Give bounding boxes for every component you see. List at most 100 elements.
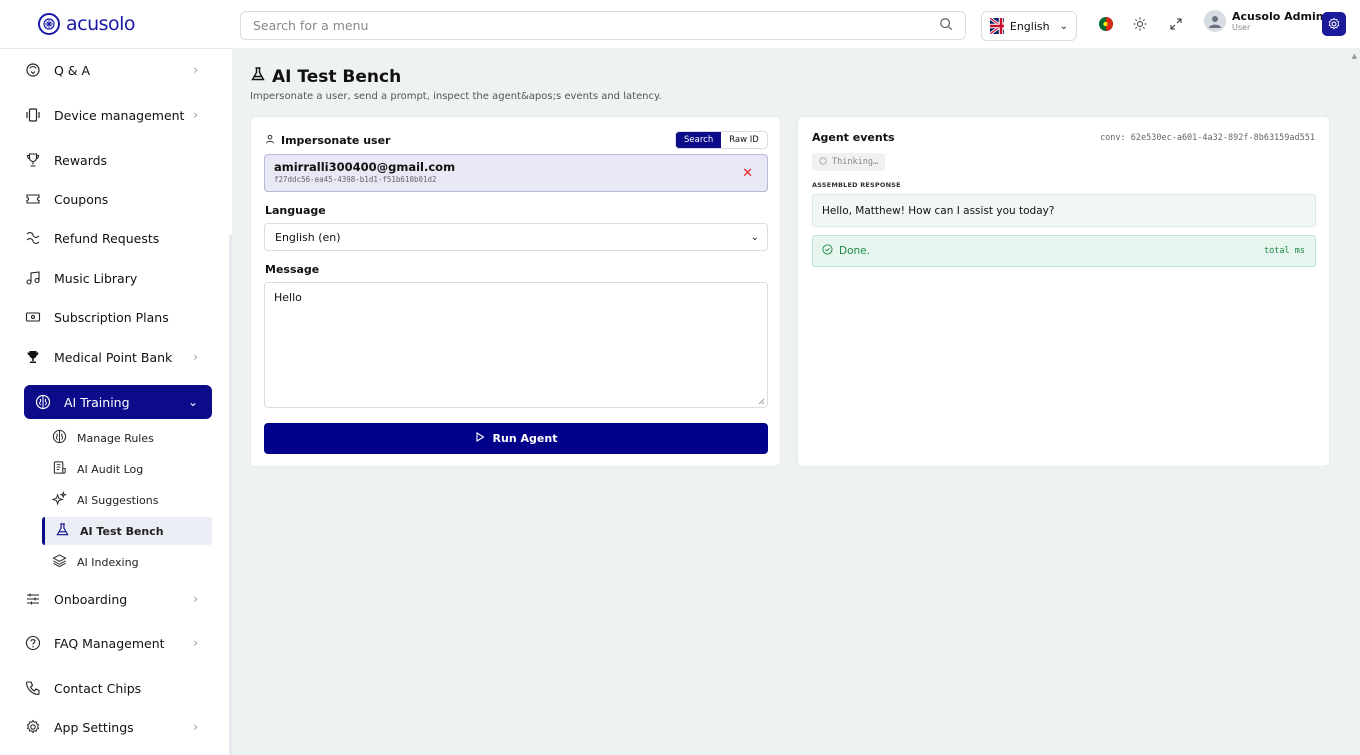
sidebar-subitem-label: AI Test Bench (80, 524, 164, 538)
sidebar-item-label: Medical Point Bank (54, 349, 173, 365)
chevron-down-icon: ⌄ (750, 231, 759, 243)
sidebar-item-music-library[interactable]: Music Library (24, 261, 212, 295)
play-icon (475, 432, 485, 445)
chevron-down-icon: ⌄ (1059, 20, 1068, 32)
ticket-icon (24, 190, 42, 208)
chevron-right-icon: › (193, 592, 198, 606)
search-icon[interactable] (939, 17, 953, 34)
sidebar-item-rewards[interactable]: Rewards (24, 143, 212, 177)
chevron-right-icon: › (193, 636, 198, 650)
sidebar-item-coupons[interactable]: Coupons (24, 182, 212, 216)
scroll-up-icon[interactable]: ▲ (1352, 52, 1357, 60)
brain-icon (34, 393, 52, 411)
search-placeholder: Search for a menu (253, 18, 369, 33)
sidebar-item-faq-management[interactable]: FAQ Management › (24, 626, 212, 660)
sidebar-item-ai-training[interactable]: AI Training ⌄ (24, 385, 212, 419)
agent-events-card: Agent events conv: 62e530ec-a601-4a32-89… (797, 116, 1330, 467)
user-menu[interactable]: Acusolo Admin User (1204, 10, 1324, 32)
sidebar-item-label: Rewards (54, 152, 108, 168)
sidebar-item-medical-point-bank[interactable]: Medical Point Bank › (24, 340, 212, 374)
qa-icon (24, 61, 42, 79)
page-subtitle: Impersonate a user, send a prompt, inspe… (250, 91, 662, 102)
sidebar-subitem-label: AI Suggestions (77, 493, 159, 507)
chevron-right-icon: › (193, 720, 198, 734)
gear-icon (1328, 17, 1340, 30)
portugal-flag-icon[interactable] (1097, 15, 1115, 33)
trophy-solid-icon (24, 348, 42, 366)
check-circle-icon (822, 244, 833, 258)
music-icon (24, 269, 42, 287)
clear-user-icon[interactable]: ✕ (742, 166, 753, 181)
sidebar-subitem-label: Manage Rules (77, 431, 154, 445)
sidebar-item-subscription-plans[interactable]: Subscription Plans (24, 300, 212, 334)
avatar (1204, 10, 1226, 32)
banknote-icon (24, 308, 42, 326)
sidebar-item-device-management[interactable]: Device management › (24, 98, 212, 132)
sidebar-item-contact-chips[interactable]: Contact Chips (24, 671, 212, 705)
sidebar-scrollbar[interactable] (229, 235, 232, 755)
mode-search-button[interactable]: Search (676, 132, 722, 148)
sidebar-subitem-manage-rules[interactable]: Manage Rules (42, 424, 212, 452)
language-label: English (1009, 19, 1050, 33)
mode-raw-id-button[interactable]: Raw ID (721, 132, 767, 148)
flask-icon (250, 66, 266, 87)
language-select[interactable]: English (en) ⌄ (264, 223, 768, 251)
device-icon (24, 106, 42, 124)
sidebar-subitem-ai-test-bench[interactable]: AI Test Bench (42, 517, 212, 545)
message-textarea[interactable]: Hello (264, 282, 768, 408)
sidebar-item-label: Device management (54, 107, 185, 123)
brand-name: acusolo (66, 13, 136, 35)
top-bar: acusolo Search for a menu English ⌄ Acus… (0, 0, 1360, 48)
sliders-icon (24, 590, 42, 608)
page-title: AI Test Bench (250, 66, 401, 87)
sidebar-item-refund-requests[interactable]: Refund Requests (24, 221, 212, 255)
sidebar-item-label: Contact Chips (54, 680, 142, 696)
resize-handle-icon[interactable] (758, 398, 765, 405)
sidebar-item-onboarding[interactable]: Onboarding › (24, 582, 212, 616)
sidebar-item-label: Subscription Plans (54, 309, 169, 325)
sidebar-item-label: Q & A (54, 62, 91, 78)
uk-flag-icon (990, 18, 1004, 34)
layers-icon (52, 553, 67, 571)
fullscreen-icon[interactable] (1167, 15, 1185, 33)
language-label: Language (265, 204, 326, 217)
sidebar-subitem-ai-audit-log[interactable]: AI Audit Log (42, 455, 212, 483)
conversation-id: conv: 62e530ec-a601-4a32-892f-8b63159ad5… (1100, 133, 1315, 143)
message-label: Message (265, 263, 320, 276)
phone-icon (24, 679, 42, 697)
gear-icon (24, 718, 42, 736)
sidebar-subitem-label: AI Indexing (77, 555, 139, 569)
done-text: Done. (839, 245, 870, 257)
impersonate-user-label: Impersonate user (265, 134, 390, 147)
sidebar-item-label: App Settings (54, 719, 134, 735)
refund-icon (24, 229, 42, 247)
chevron-right-icon: › (193, 350, 198, 364)
brand-logo[interactable]: acusolo (0, 13, 232, 35)
selected-user-email: amirralli300400@gmail.com (274, 160, 456, 174)
user-icon (265, 134, 275, 147)
sidebar-item-label: Refund Requests (54, 230, 160, 246)
sidebar-item-qa[interactable]: Q & A › (24, 53, 212, 87)
selected-user[interactable]: amirralli300400@gmail.com f27ddc56-ea45-… (264, 154, 768, 192)
sidebar-item-app-settings[interactable]: App Settings › (24, 710, 212, 744)
language-selector[interactable]: English ⌄ (981, 11, 1077, 41)
search-input[interactable]: Search for a menu (240, 11, 966, 40)
chevron-right-icon: › (193, 108, 198, 122)
assembled-response-label: ASSEMBLED RESPONSE (812, 181, 901, 189)
chevron-down-icon: ⌄ (187, 395, 198, 409)
acusolo-logo-icon (38, 13, 60, 35)
brain-icon (52, 429, 67, 447)
message-text: Hello (274, 291, 302, 304)
sidebar-subitem-ai-suggestions[interactable]: AI Suggestions (42, 486, 212, 514)
sidebar-item-label: FAQ Management (54, 635, 165, 651)
sidebar-subitem-label: AI Audit Log (77, 462, 144, 476)
agent-events-title: Agent events (812, 131, 895, 144)
run-agent-label: Run Agent (492, 432, 558, 445)
sidebar-subitem-ai-indexing[interactable]: AI Indexing (42, 548, 212, 576)
sun-icon[interactable] (1131, 15, 1149, 33)
assembled-response: Hello, Matthew! How can I assist you tod… (812, 194, 1316, 227)
settings-button[interactable] (1322, 12, 1346, 36)
request-card: Impersonate user Search Raw ID amirralli… (250, 116, 781, 467)
run-agent-button[interactable]: Run Agent (264, 423, 768, 454)
thinking-badge: Thinking… (812, 153, 886, 171)
